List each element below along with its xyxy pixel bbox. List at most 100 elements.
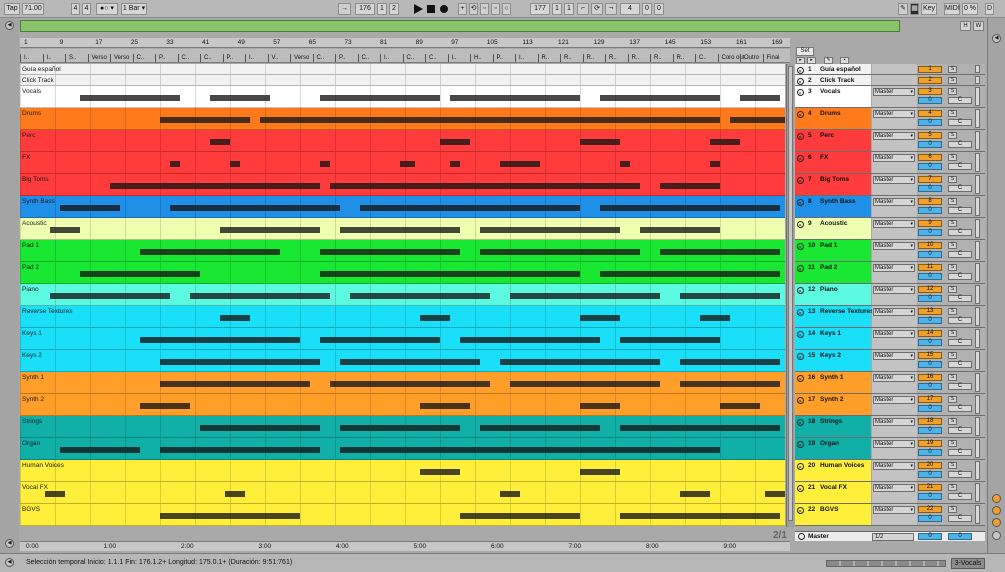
audio-to-select[interactable]: Master ▾ (873, 418, 915, 426)
audio-clip[interactable] (580, 315, 620, 322)
volume-field[interactable]: 0 (918, 449, 942, 456)
audio-to-select[interactable]: Master ▾ (873, 88, 915, 96)
volume-field[interactable]: 0 (918, 427, 942, 434)
audio-to-select[interactable]: Master ▾ (873, 374, 915, 382)
arrangement-overview[interactable] (20, 20, 900, 32)
locator-marker[interactable]: R.. (650, 54, 673, 62)
audio-clip[interactable] (450, 161, 460, 168)
fold-icon[interactable]: ▸ (797, 67, 804, 74)
audio-clip[interactable] (140, 249, 280, 256)
track-header[interactable]: ▸ 4 Drums Master ▾ 4 S 0 C (795, 108, 985, 130)
track-title-bar[interactable]: ▸ 8 Synth Bass (795, 196, 871, 217)
solo-button[interactable]: S (948, 88, 957, 95)
fold-icon[interactable]: ▸ (797, 331, 804, 338)
loop-start-bar-field[interactable]: 177 (530, 3, 550, 15)
pencil-icon[interactable]: ✎ (824, 57, 833, 64)
audio-clip[interactable] (160, 381, 310, 388)
solo-button[interactable]: S (948, 77, 957, 84)
audio-clip[interactable] (340, 447, 720, 454)
track-header[interactable]: ▸ 17 Synth 2 Master ▾ 17 S 0 C (795, 394, 985, 416)
fold-icon[interactable]: ▸ (797, 111, 804, 118)
locator-strip[interactable]: I.. I.. S.. Verso Verso C.. P.. C.. C.. P.. I.. V..… (20, 49, 790, 63)
session-record-icon[interactable]: ○ (502, 3, 511, 15)
audio-clip[interactable] (460, 337, 600, 344)
master-output-select[interactable]: 1/2 (872, 533, 914, 541)
arrangement-track[interactable]: Pad 2 (20, 262, 785, 284)
locator-marker[interactable]: Outro (740, 54, 763, 62)
audio-clip[interactable] (420, 315, 450, 322)
arrangement-track[interactable]: Vocal FX (20, 482, 785, 504)
punch-out-icon[interactable]: ¬ (605, 3, 617, 15)
arrangement-track[interactable]: Piano (20, 284, 785, 306)
solo-button[interactable]: S (948, 352, 957, 359)
arrangement-track[interactable]: Acoustic (20, 218, 785, 240)
master-pan[interactable]: 0 (948, 533, 972, 540)
volume-field[interactable]: 0 (918, 515, 942, 522)
sends-toggle-icon[interactable] (992, 506, 1001, 515)
track-activator-button[interactable]: 6 (918, 154, 942, 161)
solo-button[interactable]: S (948, 198, 957, 205)
pan-field[interactable]: C (948, 383, 972, 390)
play-icon[interactable] (414, 4, 423, 14)
volume-field[interactable]: 0 (918, 141, 942, 148)
fold-icon[interactable]: ▸ (797, 199, 804, 206)
audio-clip[interactable] (60, 447, 140, 454)
arrangement-track[interactable]: Perc (20, 130, 785, 152)
volume-field[interactable]: 0 (918, 295, 942, 302)
arrangement-track[interactable]: Drums (20, 108, 785, 130)
tempo-field[interactable]: 71.00 (22, 3, 44, 15)
audio-clip[interactable] (580, 139, 620, 146)
track-header[interactable]: ▸ 21 Vocal FX Master ▾ 21 S 0 C (795, 482, 985, 504)
track-header[interactable]: ▸ 22 BGVS Master ▾ 22 S 0 C (795, 504, 985, 526)
audio-clip[interactable] (45, 491, 65, 498)
track-activator-button[interactable]: 14 (918, 330, 942, 337)
loop-length-sixteenth-field[interactable]: 0 (654, 3, 664, 15)
arrangement-track[interactable]: BGVS (20, 504, 785, 526)
track-activator-button[interactable]: 10 (918, 242, 942, 249)
arrangement-track[interactable]: Human Voices (20, 460, 785, 482)
track-title-bar[interactable]: ▸ 21 Vocal FX (795, 482, 871, 503)
track-title-bar[interactable]: ▸ 18 Strings (795, 416, 871, 437)
audio-clip[interactable] (160, 117, 250, 124)
locator-marker[interactable]: C.. (357, 54, 381, 62)
locator-marker[interactable]: I.. (20, 54, 43, 62)
locator-marker[interactable]: Verso (290, 54, 313, 62)
signature-denominator[interactable]: 4 (82, 3, 91, 15)
audio-clip[interactable] (320, 271, 580, 278)
audio-clip[interactable] (710, 161, 720, 168)
track-activator-button[interactable]: 19 (918, 440, 942, 447)
lock-icon[interactable]: ▪ (840, 57, 849, 64)
fold-icon[interactable]: ▸ (797, 287, 804, 294)
audio-clip[interactable] (340, 359, 480, 366)
mixer-toggle-icon[interactable]: ◀ (992, 34, 1001, 43)
solo-button[interactable]: S (948, 462, 957, 469)
locator-marker[interactable]: R.. (627, 54, 651, 62)
volume-field[interactable]: 0 (918, 339, 942, 346)
arrangement-track[interactable]: Pad 1 (20, 240, 785, 262)
fold-icon[interactable]: ▸ (797, 89, 804, 96)
audio-clip[interactable] (660, 249, 780, 256)
solo-button[interactable]: S (948, 264, 957, 271)
audio-clip[interactable] (330, 381, 490, 388)
track-title-bar[interactable]: ▸ 7 Big Toms (795, 174, 871, 195)
track-header[interactable]: ▸ 16 Synth 1 Master ▾ 16 S 0 C (795, 372, 985, 394)
pan-field[interactable]: C (948, 405, 972, 412)
arrangement-track[interactable]: Keys 1 (20, 328, 785, 350)
track-activator-button[interactable]: 15 (918, 352, 942, 359)
track-title-bar[interactable]: ▸ 10 Pad 1 (795, 240, 871, 261)
pan-field[interactable]: C (948, 273, 972, 280)
locator-marker[interactable]: S.. (65, 54, 88, 62)
fold-icon[interactable]: ▸ (797, 155, 804, 162)
audio-clip[interactable] (480, 249, 640, 256)
audio-clip[interactable] (260, 117, 720, 124)
track-header[interactable]: ▸ 2 Click Track 2 S (795, 75, 985, 86)
loop-start-beat-field[interactable]: 1 (552, 3, 562, 15)
audio-clip[interactable] (500, 491, 520, 498)
pan-field[interactable]: C (948, 163, 972, 170)
audio-to-select[interactable]: Master ▾ (873, 330, 915, 338)
solo-button[interactable]: S (948, 154, 957, 161)
audio-clip[interactable] (220, 227, 320, 234)
audio-clip[interactable] (660, 183, 720, 190)
locator-marker[interactable]: I.. (515, 54, 538, 62)
arrangement-track[interactable]: Synth 1 (20, 372, 785, 394)
